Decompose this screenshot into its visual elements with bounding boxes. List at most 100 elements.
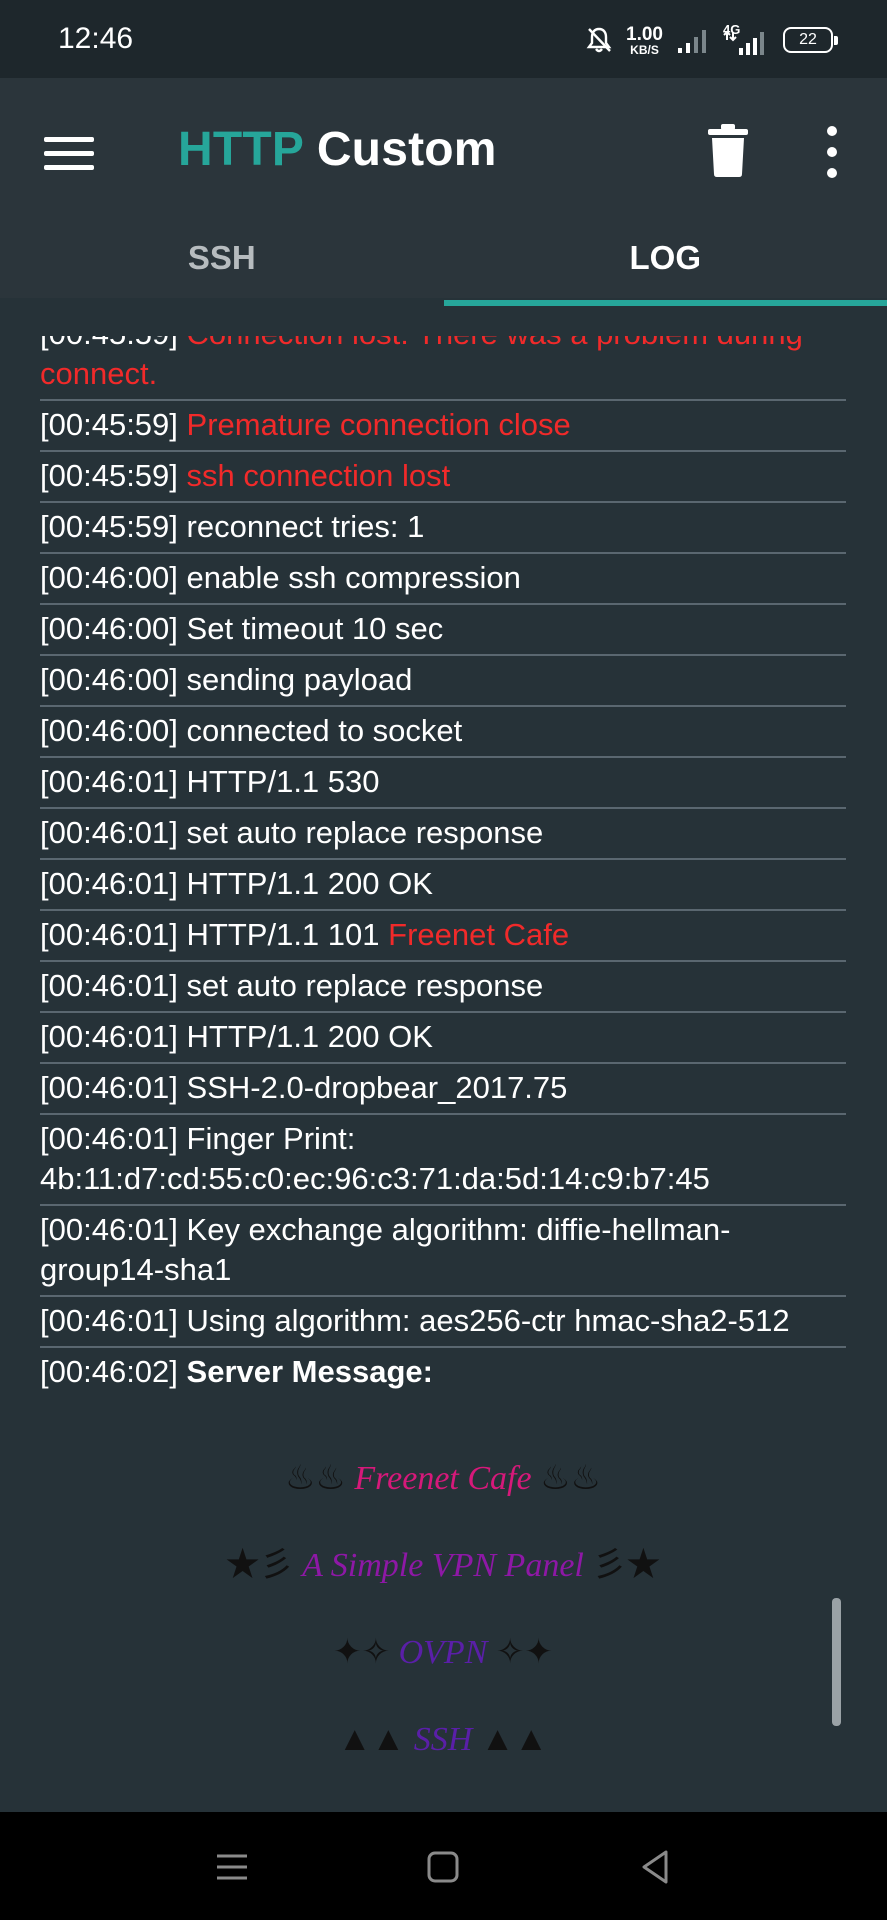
triangle-icon: ▲▲ xyxy=(337,1721,406,1758)
log-line: [00:46:00] connected to socket xyxy=(40,707,846,758)
log-time: [00:46:01] xyxy=(40,866,178,901)
log-line: [00:46:00] sending payload xyxy=(40,656,846,707)
log-time: [00:46:01] xyxy=(40,815,178,850)
sparkle-icon: ✧✦ xyxy=(495,1634,553,1671)
server-message-line: ✦✧ OVPN ✧✦ xyxy=(40,1609,846,1696)
log-time: [00:46:00] xyxy=(40,611,178,646)
log-line: [00:45:59] reconnect tries: 1 xyxy=(40,503,846,554)
network-speed-value: 1.00 xyxy=(626,23,663,45)
log-line: [00:46:01] SSH-2.0-dropbear_2017.75 xyxy=(40,1064,846,1115)
log-text: SSH-2.0-dropbear_2017.75 xyxy=(186,1070,568,1105)
log-time: [00:46:01] xyxy=(40,917,178,952)
log-line: [00:46:01] HTTP/1.1 200 OK xyxy=(40,860,846,911)
network-speed-unit: KB/S xyxy=(630,42,659,57)
more-vert-icon xyxy=(827,126,837,136)
server-message-text: A Simple VPN Panel xyxy=(302,1547,584,1584)
log-error: Freenet Cafe xyxy=(388,917,570,952)
log-text: HTTP/1.1 200 OK xyxy=(186,866,433,901)
log-time: [00:46:00] xyxy=(40,713,178,748)
menu-icon-bar xyxy=(44,164,94,170)
log-text: reconnect tries: 1 xyxy=(186,509,425,544)
log-line: [00:46:01] set auto replace response xyxy=(40,809,846,860)
triangle-icon: ▲▲ xyxy=(480,1721,549,1758)
log-time: [00:46:01] xyxy=(40,968,178,1003)
star-icon: 彡★ xyxy=(592,1547,661,1584)
app-toolbar: HTTP Custom SSH LOG xyxy=(0,78,887,306)
log-text: sending payload xyxy=(186,662,413,697)
log-line: [00:46:00] Set timeout 10 sec xyxy=(40,605,846,656)
menu-button[interactable] xyxy=(44,128,94,178)
log-text: set auto replace response xyxy=(186,815,544,850)
system-nav-bar xyxy=(0,1812,887,1920)
log-text-bold: Server Message: xyxy=(186,1354,433,1389)
log-panel[interactable]: [00:45:59] Connection lost: There was a … xyxy=(0,336,887,1812)
tab-log[interactable]: LOG xyxy=(443,218,887,306)
home-icon[interactable] xyxy=(418,1842,468,1892)
app-title-custom: Custom xyxy=(316,123,497,176)
log-time: [00:45:59] xyxy=(40,407,178,442)
server-message: ♨♨ Freenet Cafe ♨♨ ★彡 A Simple VPN Panel… xyxy=(40,1435,846,1783)
log-time: [00:46:01] xyxy=(40,764,178,799)
log-scrollbar[interactable] xyxy=(832,1598,841,1726)
server-message-line: ▲▲ SSH ▲▲ xyxy=(40,1696,846,1783)
signal-4g-icon: 4G xyxy=(723,22,769,56)
log-text: Set timeout 10 sec xyxy=(186,611,444,646)
log-time: [00:46:01] xyxy=(40,1019,178,1054)
more-options-button[interactable] xyxy=(814,126,850,178)
log-text: HTTP/1.1 200 OK xyxy=(186,1019,433,1054)
log-line: [00:46:01] HTTP/1.1 530 xyxy=(40,758,846,809)
log-line: [00:46:01] HTTP/1.1 101 Freenet Cafe xyxy=(40,911,846,962)
status-time: 12:46 xyxy=(58,22,134,55)
server-message-text: SSH xyxy=(413,1721,473,1758)
log-list: [00:45:59] Connection lost: There was a … xyxy=(40,336,846,1783)
recents-icon[interactable] xyxy=(207,1842,257,1892)
battery-icon: 22 xyxy=(783,27,838,53)
log-line: [00:46:01] set auto replace response xyxy=(40,962,846,1013)
tab-bar: SSH LOG xyxy=(0,218,887,306)
menu-icon xyxy=(44,136,94,142)
server-message-text: Freenet Cafe xyxy=(354,1460,532,1497)
more-vert-dot xyxy=(827,168,837,178)
status-bar: 12:46 1.00 KB/S 4G 22 xyxy=(0,0,887,78)
log-time: [00:46:00] xyxy=(40,662,178,697)
log-time: [00:46:02] xyxy=(40,1354,178,1389)
star-icon: ★彡 xyxy=(225,1547,294,1584)
log-text: connected to socket xyxy=(186,713,463,748)
log-time: [00:45:59] xyxy=(40,458,178,493)
log-time: [00:46:01] xyxy=(40,1303,178,1338)
log-text: Using algorithm: aes256-ctr hmac-sha2-51… xyxy=(186,1303,790,1338)
log-line: [00:46:00] enable ssh compression xyxy=(40,554,846,605)
trash-icon[interactable] xyxy=(708,122,748,178)
log-line: [00:45:59] ssh connection lost xyxy=(40,452,846,503)
log-error: Premature connection close xyxy=(186,407,571,442)
log-line: [00:46:01] Finger Print: 4b:11:d7:cd:55:… xyxy=(40,1115,846,1206)
log-line: [00:46:01] Key exchange algorithm: diffi… xyxy=(40,1206,846,1297)
log-text: HTTP/1.1 101 xyxy=(186,917,380,952)
back-icon[interactable] xyxy=(630,1842,680,1892)
log-time: [00:46:01] xyxy=(40,1212,178,1247)
log-line: [00:46:01] Using algorithm: aes256-ctr h… xyxy=(40,1297,846,1348)
sparkle-icon: ✦✧ xyxy=(333,1634,391,1671)
log-time: [00:46:01] xyxy=(40,1070,178,1105)
log-time: [00:45:59] xyxy=(40,509,178,544)
log-time: [00:46:01] xyxy=(40,1121,178,1156)
app-title-http: HTTP xyxy=(178,123,304,176)
log-line: [00:45:59] Premature connection close xyxy=(40,401,846,452)
hot-springs-icon: ♨♨ xyxy=(284,1460,346,1497)
network-speed: 1.00 KB/S xyxy=(626,25,663,56)
log-error: ssh connection lost xyxy=(186,458,451,493)
server-message-line: ★彡 A Simple VPN Panel 彡★ xyxy=(40,1522,846,1609)
log-text: HTTP/1.1 530 xyxy=(186,764,380,799)
log-line: [00:46:01] HTTP/1.1 200 OK xyxy=(40,1013,846,1064)
signal-icon xyxy=(678,30,706,53)
server-message-text: OVPN xyxy=(398,1634,488,1671)
app-title: HTTP Custom xyxy=(178,122,497,177)
log-line: [00:46:02] Server Message: xyxy=(40,1348,846,1397)
tab-ssh[interactable]: SSH xyxy=(0,218,444,298)
log-time: [00:45:59] xyxy=(40,336,178,351)
menu-icon-bar xyxy=(44,150,94,156)
log-time: [00:46:00] xyxy=(40,560,178,595)
server-message-line: ♨♨ Freenet Cafe ♨♨ xyxy=(40,1435,846,1522)
hot-springs-icon: ♨♨ xyxy=(540,1460,602,1497)
more-vert-dot xyxy=(827,147,837,157)
